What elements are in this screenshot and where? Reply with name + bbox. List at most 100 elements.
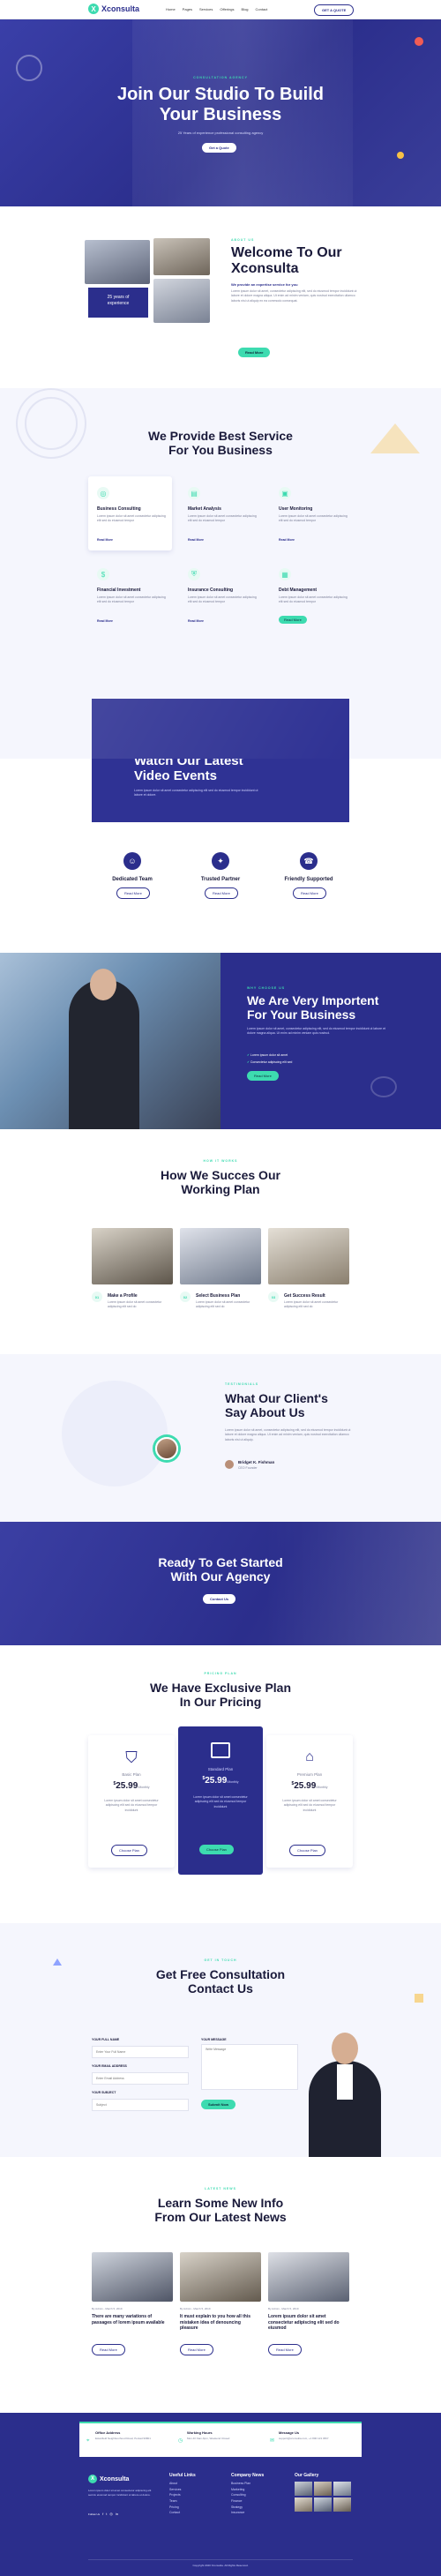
service-card-user-monitoring[interactable]: ▣ User Monitoring Lorem ipsum dolor sit … xyxy=(270,476,354,550)
contact-message: ✉ Message Us support@xconsulta.com, +1 8… xyxy=(270,2430,355,2446)
ready-section: Ready To Get Started With Our Agency Con… xyxy=(0,1522,441,1645)
plan-name: Basic Plan xyxy=(122,1772,141,1777)
footer-link[interactable]: Services xyxy=(169,2487,222,2493)
blog-read-more-button[interactable]: Read More xyxy=(180,2344,213,2355)
footer-link[interactable]: Finance xyxy=(231,2498,284,2505)
linkedin-icon[interactable]: in xyxy=(116,2512,118,2516)
service-read-more-button[interactable]: Read More xyxy=(279,616,307,624)
feature-friendly-supported: ☎ Friendly Supported Read More xyxy=(265,852,353,932)
plan-price: $25.99/Monthly xyxy=(88,1781,175,1791)
service-read-more-link[interactable]: Read More xyxy=(188,619,204,623)
service-card-market-analysis[interactable]: ▤ Market Analysis Lorem ipsum dolor sit … xyxy=(179,476,263,550)
service-card-insurance-consulting[interactable]: ⛨ Insurance Consulting Lorem ipsum dolor… xyxy=(179,558,263,632)
service-card-business-consulting[interactable]: ◎ Business Consulting Lorem ipsum dolor … xyxy=(88,476,172,550)
blog-post-image[interactable] xyxy=(268,2252,349,2302)
step-number-badge: 02 xyxy=(180,1292,191,1302)
twitter-icon[interactable]: t xyxy=(106,2512,107,2516)
gallery-thumb[interactable] xyxy=(314,2497,332,2512)
choose-plan-button[interactable]: Choose Plan xyxy=(111,1845,147,1856)
instagram-icon[interactable]: ◎ xyxy=(109,2512,113,2516)
plan-title-line-2: Working Plan xyxy=(181,1182,260,1197)
footer-link[interactable]: About xyxy=(169,2481,222,2487)
footer-link[interactable]: Strategy xyxy=(231,2505,284,2511)
submit-button[interactable]: Submit Now xyxy=(201,2100,236,2109)
blog-post-image[interactable] xyxy=(92,2252,173,2302)
footer-link[interactable]: Projects xyxy=(169,2492,222,2498)
facebook-icon[interactable]: f xyxy=(102,2512,103,2516)
businessman-figure xyxy=(69,979,139,1129)
hero-quote-button[interactable]: Get a Quote xyxy=(202,143,236,153)
feature-trusted-partner: ✦ Trusted Partner Read More xyxy=(176,852,265,932)
consultation-section: GET IN TOUCH Get Free Consultation Conta… xyxy=(0,1923,441,2157)
hero-section: CONSULTATION AGENCY Join Our Studio To B… xyxy=(0,19,441,206)
service-text: Lorem ipsum dolor sit amet consectetur a… xyxy=(188,595,257,604)
pricing-card-standard: Standard Plan $25.99/Monthly Lorem ipsum… xyxy=(178,1726,263,1875)
get-quote-button[interactable]: GET A QUOTE xyxy=(314,4,355,16)
gallery-thumb[interactable] xyxy=(333,2497,351,2512)
nav-item-pages[interactable]: Pages xyxy=(183,7,192,11)
monitor-icon xyxy=(211,1742,230,1758)
service-read-more-link[interactable]: Read More xyxy=(97,619,113,623)
footer-link[interactable]: Contact xyxy=(169,2510,222,2516)
feature-read-more-button[interactable]: Read More xyxy=(116,887,150,899)
footer-link[interactable]: Marketing xyxy=(231,2487,284,2493)
businessman-head xyxy=(90,969,116,1000)
welcome-read-more-button[interactable]: Read More xyxy=(238,348,271,357)
feature-read-more-button[interactable]: Read More xyxy=(205,887,238,899)
gallery-thumb[interactable] xyxy=(295,2482,312,2496)
consultant-photo xyxy=(296,2026,393,2157)
blog-read-more-button[interactable]: Read More xyxy=(268,2344,302,2355)
pricing-card-premium: ⌂ Premium Plan $25.99/Monthly Lorem ipsu… xyxy=(266,1735,353,1868)
footer-column-title: Our Gallery xyxy=(295,2473,319,2478)
service-card-debt-management[interactable]: ▦ Debt Management Lorem ipsum dolor sit … xyxy=(270,558,354,632)
nav-item-blog[interactable]: Blog xyxy=(242,7,249,11)
service-card-financial-investment[interactable]: $ Financial Investment Lorem ipsum dolor… xyxy=(88,558,172,632)
footer-logo[interactable]: X Xconsulta xyxy=(88,2475,129,2483)
ready-contact-button[interactable]: Contact Us xyxy=(203,1594,236,1604)
choose-plan-button[interactable]: Choose Plan xyxy=(199,1845,234,1854)
field-label: YOUR MESSAGE xyxy=(201,2038,227,2041)
footer-link[interactable]: Insurance xyxy=(231,2510,284,2516)
footer: ⌖ Office Address Estanfield Neighbourhoo… xyxy=(0,2413,441,2576)
service-read-more-link[interactable]: Read More xyxy=(188,538,204,542)
important-read-more-button[interactable]: Read More xyxy=(247,1071,279,1081)
navbar: X Xconsulta Home Pages Services Offering… xyxy=(0,0,441,19)
blog-post-title[interactable]: It must explain to you how all this mist… xyxy=(180,2314,259,2332)
footer-link[interactable]: Pricing xyxy=(169,2505,222,2511)
services-title: We Provide Best Service For You Business xyxy=(0,429,441,457)
important-tag: WHY CHOOSE US xyxy=(247,986,286,990)
feature-read-more-button[interactable]: Read More xyxy=(293,887,326,899)
email-input[interactable] xyxy=(92,2072,189,2085)
bag-icon: ⌂ xyxy=(305,1749,314,1764)
choose-plan-button[interactable]: Choose Plan xyxy=(289,1845,325,1856)
footer-link[interactable]: Business Plan xyxy=(231,2481,284,2487)
monitor-icon: ▣ xyxy=(279,487,291,499)
feature-title: Friendly Supported xyxy=(284,877,333,882)
nav-item-contact[interactable]: Contact xyxy=(256,7,268,11)
service-read-more-link[interactable]: Read More xyxy=(97,538,113,542)
gallery-thumb[interactable] xyxy=(314,2482,332,2496)
consultation-title: Get Free Consultation Contact Us xyxy=(0,1967,441,1996)
nav-item-offerings[interactable]: Offerings xyxy=(220,7,234,11)
full-name-input[interactable] xyxy=(92,2046,189,2058)
blog-post-image[interactable] xyxy=(180,2252,261,2302)
gallery-thumb[interactable] xyxy=(333,2482,351,2496)
blog-read-more-button[interactable]: Read More xyxy=(92,2344,125,2355)
testimonial-role: CEO Founder xyxy=(238,1466,258,1470)
blog-post-title[interactable]: Lorem ipsum dolor sit amet consectetur a… xyxy=(268,2314,348,2332)
message-textarea[interactable] xyxy=(201,2044,298,2090)
logo[interactable]: X Xconsulta xyxy=(88,4,139,14)
price-period: /Monthly xyxy=(227,1780,239,1784)
service-read-more-link[interactable]: Read More xyxy=(279,538,295,542)
testimonial-title: What Our Client's Say About Us xyxy=(225,1391,328,1419)
nav-item-home[interactable]: Home xyxy=(166,7,176,11)
plan-features: Lorem ipsum dolor sit amet consectetur a… xyxy=(104,1799,159,1812)
nav-item-services[interactable]: Services xyxy=(199,7,213,11)
gallery-thumb[interactable] xyxy=(295,2497,312,2512)
blog-post-title[interactable]: There are many variations of passages of… xyxy=(92,2314,171,2325)
footer-link[interactable]: Consulting xyxy=(231,2492,284,2498)
testimonial-section: TESTIMONIALS What Our Client's Say About… xyxy=(0,1354,441,1522)
footer-link[interactable]: Team xyxy=(169,2498,222,2505)
step-number-badge: 03 xyxy=(268,1292,279,1302)
subject-input[interactable] xyxy=(92,2099,189,2111)
